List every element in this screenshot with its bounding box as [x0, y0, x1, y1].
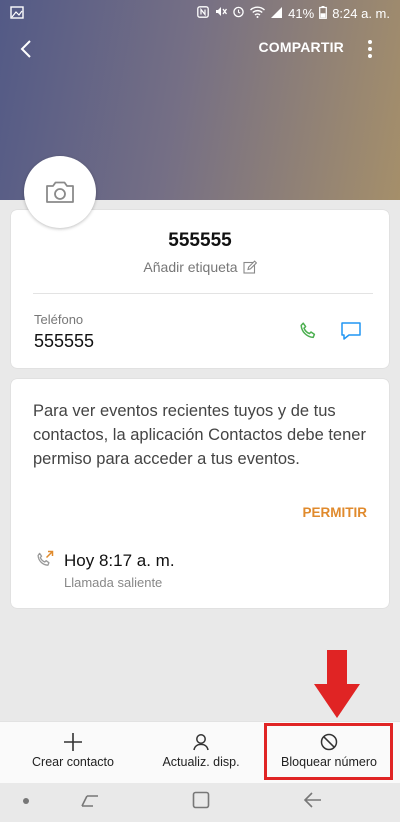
more-vertical-icon[interactable]: [364, 38, 376, 60]
wifi-icon: [250, 5, 266, 22]
status-bar: 41% 8:24 a. m.: [0, 0, 400, 28]
phone-number[interactable]: 555555: [34, 331, 94, 352]
battery-icon: [319, 5, 328, 22]
camera-icon: [46, 181, 74, 203]
allow-button[interactable]: PERMITIR: [302, 505, 367, 520]
message-icon[interactable]: [339, 320, 363, 342]
photo-notification-icon: [10, 6, 24, 19]
block-number-label: Bloquear número: [281, 755, 377, 769]
avatar-camera-button[interactable]: [24, 156, 96, 228]
person-icon: [193, 734, 209, 751]
create-contact-label: Crear contacto: [32, 755, 114, 769]
nfc-icon: [197, 5, 210, 22]
recent-call-type: Llamada saliente: [64, 575, 163, 590]
recent-apps-icon[interactable]: [80, 791, 100, 811]
block-number-button[interactable]: Bloquear número: [266, 722, 392, 784]
events-card: Para ver eventos recientes tuyos y de tu…: [11, 379, 389, 608]
phone-label: Teléfono: [34, 312, 84, 327]
alarm-icon: [232, 5, 245, 22]
plus-icon: [64, 733, 82, 751]
battery-level: 41%: [288, 6, 315, 21]
system-nav-bar: [0, 783, 400, 822]
phone-call-icon[interactable]: [297, 320, 319, 342]
create-contact-button[interactable]: Crear contacto: [0, 722, 146, 784]
contact-card: 555555 Añadir etiqueta Teléfono 555555: [11, 210, 389, 368]
nav-dot-icon: [23, 798, 29, 804]
share-button[interactable]: COMPARTIR: [258, 39, 344, 55]
recent-call-time: Hoy 8:17 a. m.: [64, 551, 175, 570]
divider: [33, 293, 373, 294]
top-app-bar: COMPARTIR: [0, 28, 400, 68]
edit-icon: [243, 260, 257, 274]
mute-icon: [214, 5, 228, 22]
add-label-button[interactable]: Añadir etiqueta: [11, 259, 389, 275]
outgoing-call-icon: [37, 550, 54, 566]
annotation-arrow-icon: [314, 650, 360, 718]
signal-icon: [270, 6, 283, 22]
bottom-action-bar: Crear contacto Actualiz. disp. Bloquear …: [0, 721, 400, 783]
contact-name: 555555: [168, 230, 232, 251]
arrow-back-icon[interactable]: [14, 36, 40, 62]
permission-message: Para ver eventos recientes tuyos y de tu…: [33, 402, 366, 468]
block-icon: [320, 733, 338, 751]
update-device-button[interactable]: Actualiz. disp.: [134, 722, 268, 784]
add-label-text: Añadir etiqueta: [143, 259, 238, 275]
home-icon[interactable]: [192, 791, 210, 809]
update-device-label: Actualiz. disp.: [162, 755, 240, 769]
status-time: 8:24 a. m.: [332, 6, 390, 21]
nav-back-icon[interactable]: [303, 791, 323, 809]
